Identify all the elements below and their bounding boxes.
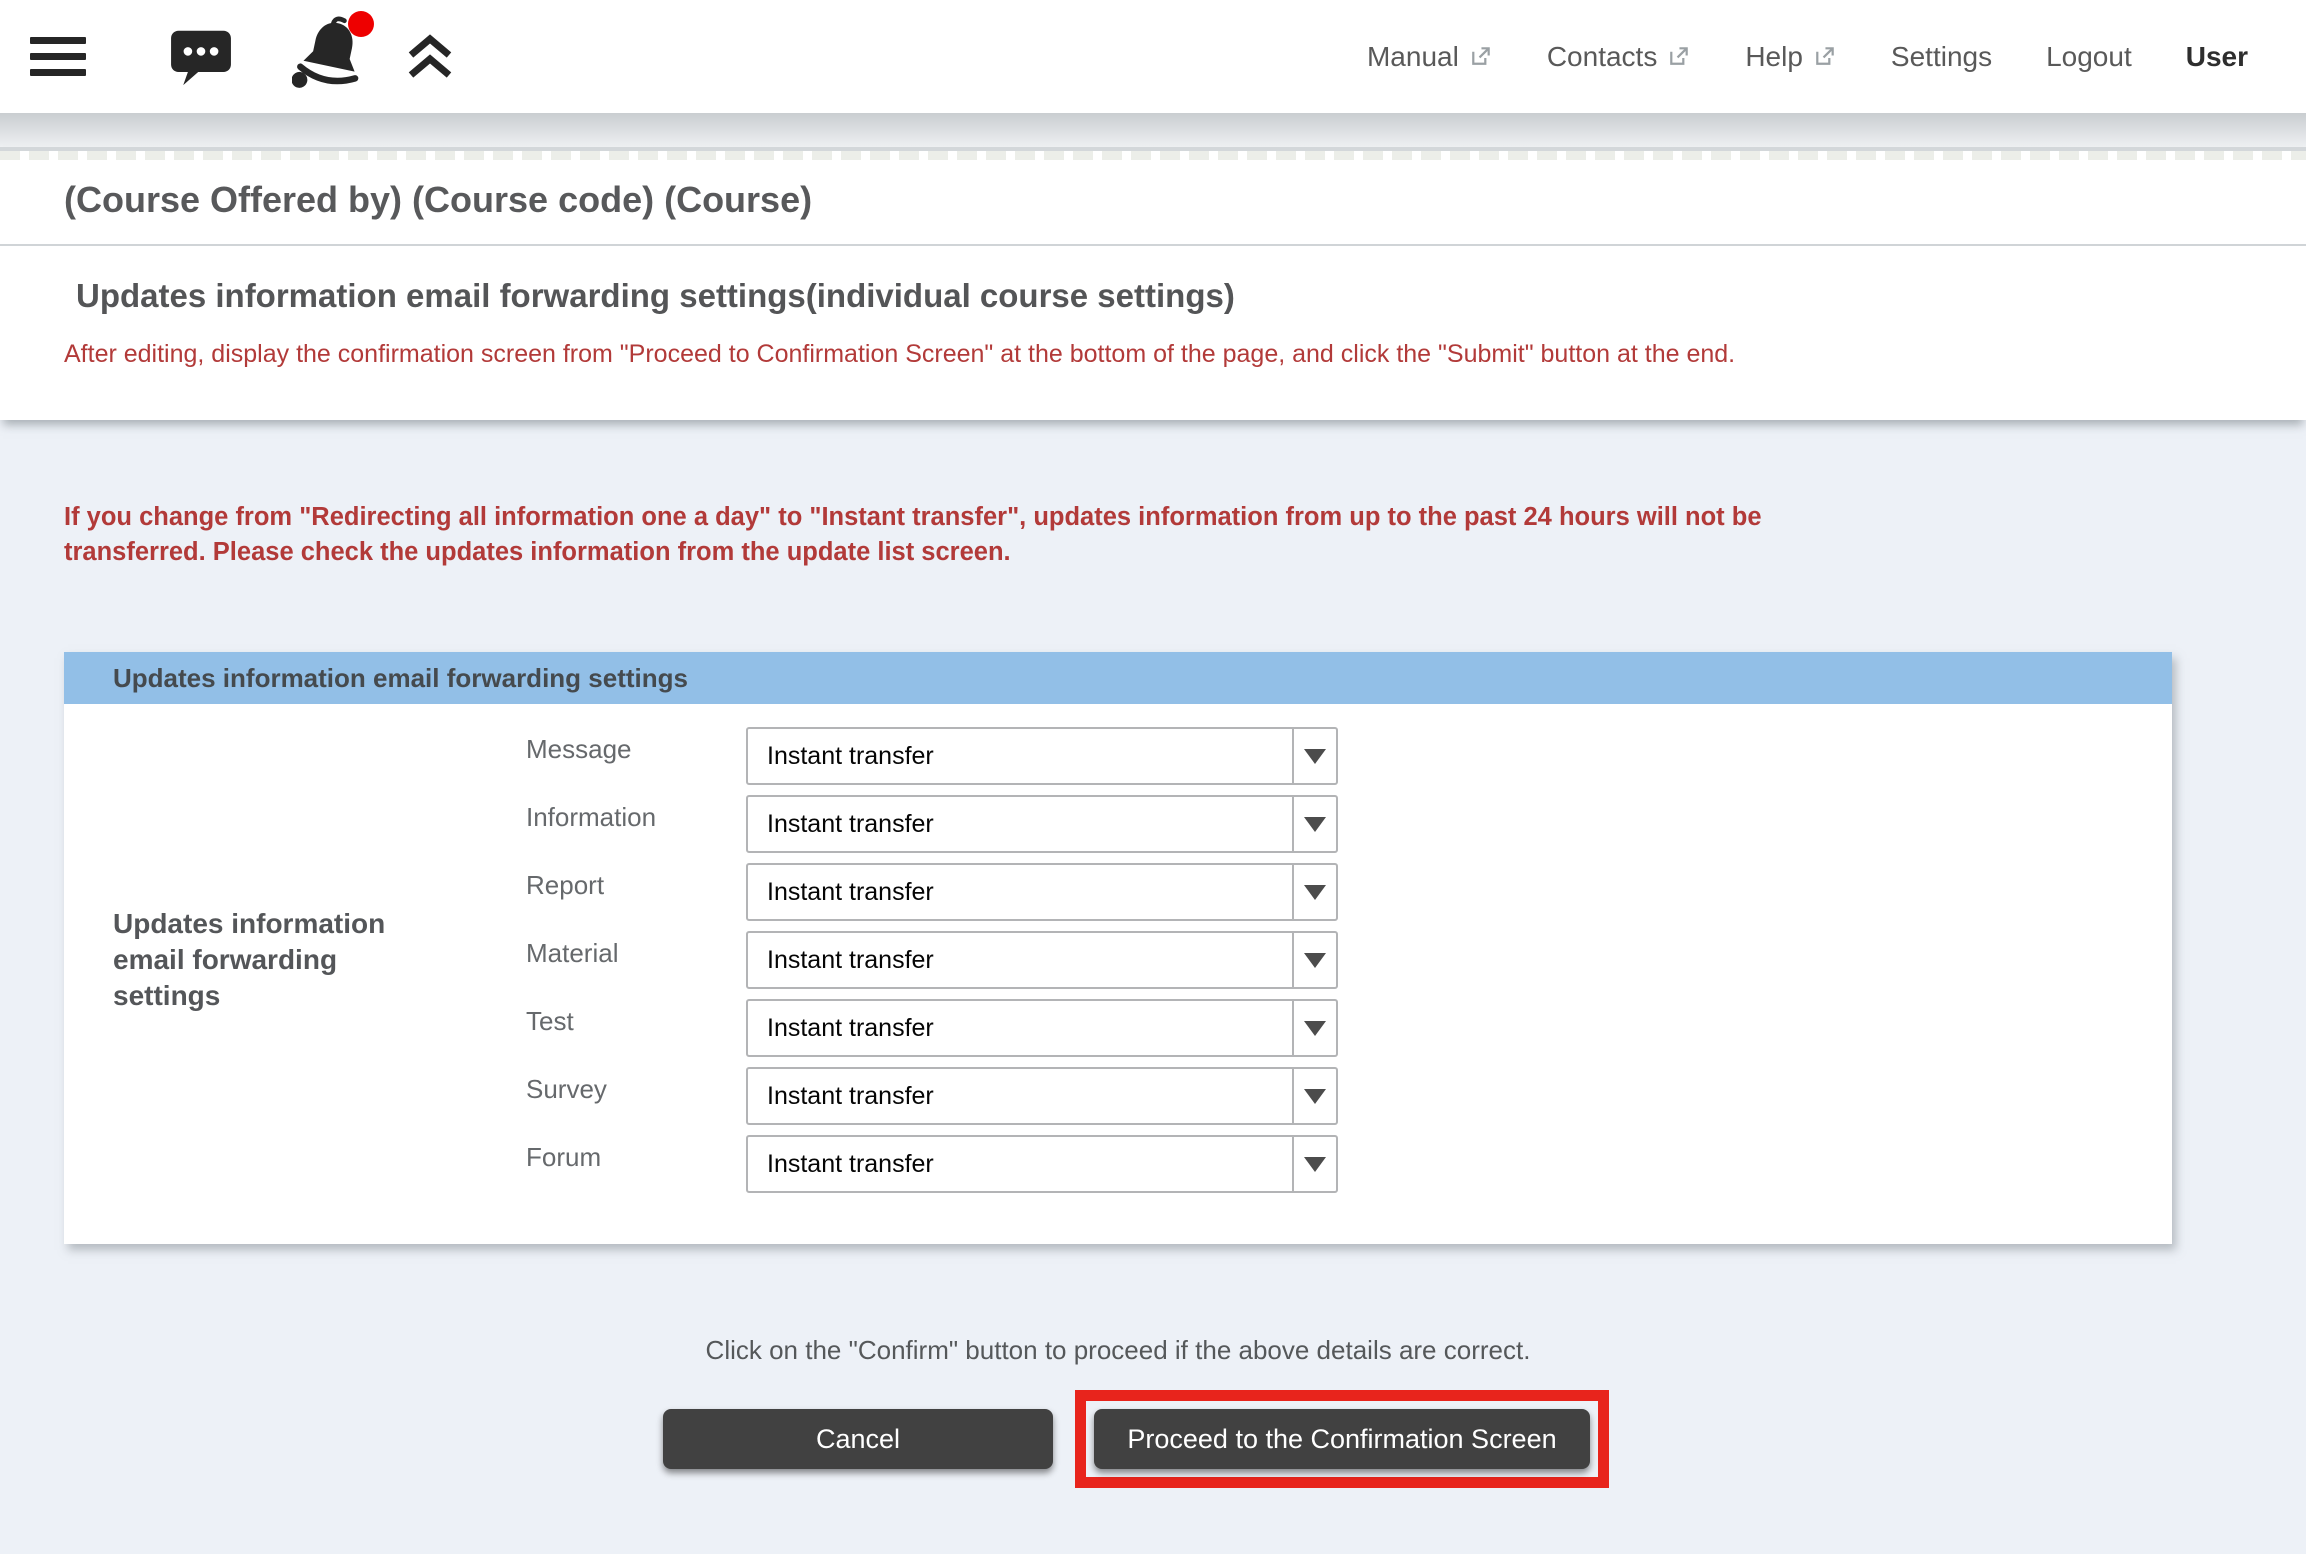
highlight-box: Proceed to the Confirmation Screen bbox=[1075, 1390, 1609, 1488]
caret-down-icon bbox=[1292, 1001, 1336, 1055]
settings-table: Updates information email forwarding set… bbox=[64, 652, 2172, 1244]
nav-logout-label: Logout bbox=[2046, 41, 2132, 73]
hamburger-bar bbox=[30, 37, 86, 44]
top-bar: Manual Contacts Help Settings Logout Use… bbox=[0, 0, 2306, 113]
select-value: Instant transfer bbox=[748, 946, 934, 975]
chat-bubble-icon[interactable] bbox=[168, 28, 234, 86]
hamburger-menu-icon[interactable] bbox=[30, 37, 86, 76]
test-select[interactable]: Instant transfer bbox=[746, 999, 1338, 1057]
nav-settings[interactable]: Settings bbox=[1891, 41, 1992, 73]
table-row-test: Test Instant transfer bbox=[526, 994, 1338, 1062]
nav-user[interactable]: User bbox=[2186, 41, 2248, 73]
row-label: Information bbox=[526, 802, 746, 833]
nav-logout[interactable]: Logout bbox=[2046, 41, 2132, 73]
settings-table-body: Updates information email forwarding set… bbox=[64, 704, 2172, 1244]
notification-dot bbox=[348, 11, 374, 37]
nav-manual[interactable]: Manual bbox=[1367, 41, 1493, 73]
row-label: Report bbox=[526, 870, 746, 901]
nav-contacts-label: Contacts bbox=[1547, 41, 1658, 73]
row-label: Forum bbox=[526, 1142, 746, 1173]
row-label: Survey bbox=[526, 1074, 746, 1105]
group-label-cell: Updates information email forwarding set… bbox=[64, 722, 526, 1198]
table-row-survey: Survey Instant transfer bbox=[526, 1062, 1338, 1130]
select-value: Instant transfer bbox=[748, 1082, 934, 1111]
message-select[interactable]: Instant transfer bbox=[746, 727, 1338, 785]
nav-manual-label: Manual bbox=[1367, 41, 1459, 73]
external-link-icon bbox=[1666, 44, 1691, 69]
double-chevron-up-icon[interactable] bbox=[406, 34, 454, 80]
proceed-to-confirmation-button[interactable]: Proceed to the Confirmation Screen bbox=[1094, 1409, 1590, 1469]
cancel-button[interactable]: Cancel bbox=[663, 1409, 1053, 1469]
nav-help-label: Help bbox=[1745, 41, 1803, 73]
page-title: Updates information email forwarding set… bbox=[76, 276, 2242, 316]
caret-down-icon bbox=[1292, 1137, 1336, 1191]
action-buttons: Cancel Proceed to the Confirmation Scree… bbox=[64, 1390, 2172, 1488]
page-header-panel: (Course Offered by) (Course code) (Cours… bbox=[0, 147, 2306, 420]
hamburger-bar bbox=[30, 53, 86, 60]
select-value: Instant transfer bbox=[748, 742, 934, 771]
top-bar-left bbox=[30, 15, 454, 99]
dashed-border bbox=[0, 151, 2306, 160]
table-row-message: Message Instant transfer bbox=[526, 722, 1338, 790]
information-select[interactable]: Instant transfer bbox=[746, 795, 1338, 853]
hamburger-bar bbox=[30, 69, 86, 76]
caret-down-icon bbox=[1292, 1069, 1336, 1123]
notification-bell-icon[interactable] bbox=[292, 15, 370, 99]
course-title-row: (Course Offered by) (Course code) (Cours… bbox=[0, 160, 2306, 246]
settings-rows: Message Instant transfer Information Ins… bbox=[526, 722, 1338, 1198]
nav-settings-label: Settings bbox=[1891, 41, 1992, 73]
caret-down-icon bbox=[1292, 865, 1336, 919]
instruction-text: After editing, display the confirmation … bbox=[64, 338, 2242, 370]
nav-user-label: User bbox=[2186, 41, 2248, 73]
nav-help[interactable]: Help bbox=[1745, 41, 1837, 73]
top-nav: Manual Contacts Help Settings Logout Use… bbox=[1367, 41, 2248, 73]
caret-down-icon bbox=[1292, 797, 1336, 851]
select-value: Instant transfer bbox=[748, 1150, 934, 1179]
material-select[interactable]: Instant transfer bbox=[746, 931, 1338, 989]
select-value: Instant transfer bbox=[748, 1014, 934, 1043]
caret-down-icon bbox=[1292, 729, 1336, 783]
select-value: Instant transfer bbox=[748, 878, 934, 907]
group-label: Updates information email forwarding set… bbox=[113, 906, 413, 1014]
report-select[interactable]: Instant transfer bbox=[746, 863, 1338, 921]
table-row-material: Material Instant transfer bbox=[526, 926, 1338, 994]
survey-select[interactable]: Instant transfer bbox=[746, 1067, 1338, 1125]
page-heading-section: Updates information email forwarding set… bbox=[0, 246, 2306, 420]
table-row-report: Report Instant transfer bbox=[526, 858, 1338, 926]
row-label: Test bbox=[526, 1006, 746, 1037]
forum-select[interactable]: Instant transfer bbox=[746, 1135, 1338, 1193]
row-label: Message bbox=[526, 734, 746, 765]
settings-table-header: Updates information email forwarding set… bbox=[64, 652, 2172, 704]
warning-text: If you change from "Redirecting all info… bbox=[64, 500, 2206, 570]
row-label: Material bbox=[526, 938, 746, 969]
select-value: Instant transfer bbox=[748, 810, 934, 839]
table-row-forum: Forum Instant transfer bbox=[526, 1130, 1338, 1198]
external-link-icon bbox=[1468, 44, 1493, 69]
external-link-icon bbox=[1812, 44, 1837, 69]
table-row-information: Information Instant transfer bbox=[526, 790, 1338, 858]
course-title: (Course Offered by) (Course code) (Cours… bbox=[64, 178, 2242, 222]
nav-contacts[interactable]: Contacts bbox=[1547, 41, 1692, 73]
main-content: If you change from "Redirecting all info… bbox=[0, 500, 2306, 1488]
confirm-note: Click on the "Confirm" button to proceed… bbox=[64, 1334, 2172, 1366]
caret-down-icon bbox=[1292, 933, 1336, 987]
header-shadow-band bbox=[0, 113, 2306, 147]
